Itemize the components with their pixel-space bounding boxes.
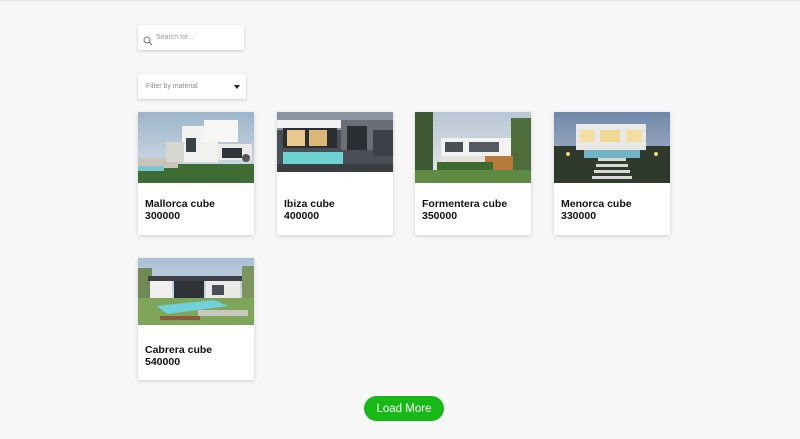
product-image xyxy=(138,258,254,325)
product-price: 300000 xyxy=(145,210,181,222)
product-image xyxy=(554,112,670,183)
material-filter-label: Filter by material xyxy=(146,83,198,90)
product-price: 400000 xyxy=(284,210,320,222)
product-card[interactable]: Cabrera cube 540000 xyxy=(138,258,254,380)
material-filter-select[interactable]: Filter by material xyxy=(138,74,246,99)
product-image xyxy=(138,112,254,183)
product-card[interactable]: Ibiza cube 400000 xyxy=(277,112,393,235)
search-box[interactable] xyxy=(138,25,244,50)
product-card[interactable]: Formentera cube 350000 xyxy=(415,112,531,235)
product-price: 540000 xyxy=(145,356,181,368)
load-more-button[interactable]: Load More xyxy=(364,396,444,421)
product-name: Formentera cube xyxy=(422,198,508,210)
search-input[interactable] xyxy=(156,34,236,41)
product-name: Mallorca cube xyxy=(145,198,216,210)
product-image xyxy=(415,112,531,183)
product-image xyxy=(277,112,393,172)
product-name: Ibiza cube xyxy=(284,198,335,210)
product-price: 330000 xyxy=(561,210,597,222)
search-icon xyxy=(143,33,153,45)
product-name: Cabrera cube xyxy=(145,344,213,356)
product-name: Menorca cube xyxy=(561,198,632,210)
product-price: 350000 xyxy=(422,210,458,222)
caret-down-icon xyxy=(234,84,240,89)
product-card[interactable]: Mallorca cube 300000 xyxy=(138,112,254,235)
product-card[interactable]: Menorca cube 330000 xyxy=(554,112,670,235)
